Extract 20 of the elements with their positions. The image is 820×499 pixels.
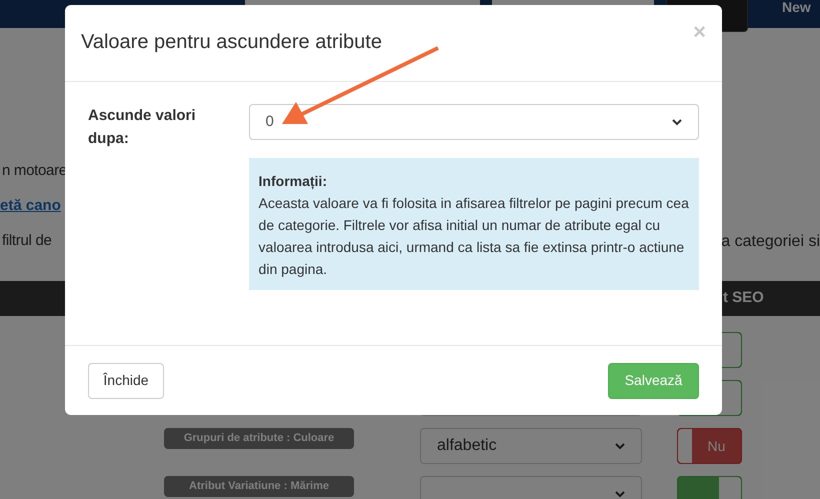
modal-title: Valoare pentru ascundere atribute (81, 30, 382, 55)
chevron-down-icon (672, 118, 682, 126)
close-modal-button[interactable]: Închide (88, 362, 164, 398)
info-title: Informații: (258, 172, 328, 192)
column-header: t SEO (723, 288, 764, 308)
save-button[interactable]: Salvează (608, 362, 699, 398)
toggle-switch[interactable]: Nu (677, 428, 742, 464)
attribute-badge: Atribut Variatiune : Mărime (164, 476, 354, 496)
chevron-down-icon (615, 490, 625, 498)
description-text: n motoare (1, 161, 67, 181)
attribute-badge: Grupuri de atribute : Culoare (164, 428, 354, 448)
new-link[interactable]: New (782, 0, 811, 14)
canonical-link[interactable]: etă cano (0, 195, 61, 216)
description-text: filtrul de (1, 231, 52, 251)
description-text: a categoriei si (721, 232, 820, 251)
chevron-down-icon (615, 442, 625, 450)
field-label: Ascunde valori dupa: (88, 106, 197, 149)
sort-select[interactable]: alfabetic (420, 428, 642, 464)
value-select[interactable]: 0 (248, 104, 699, 140)
info-text: Aceasta valoare va fi folosita in afisarea filtrelor pe pagini precum cea de categorie. Filtrele vor afisa initial un numar de atribute egal cu valoarea introdusa aici, urmand ca lista sa fie extinsa printr-o actiune din pagina. (258, 194, 689, 279)
